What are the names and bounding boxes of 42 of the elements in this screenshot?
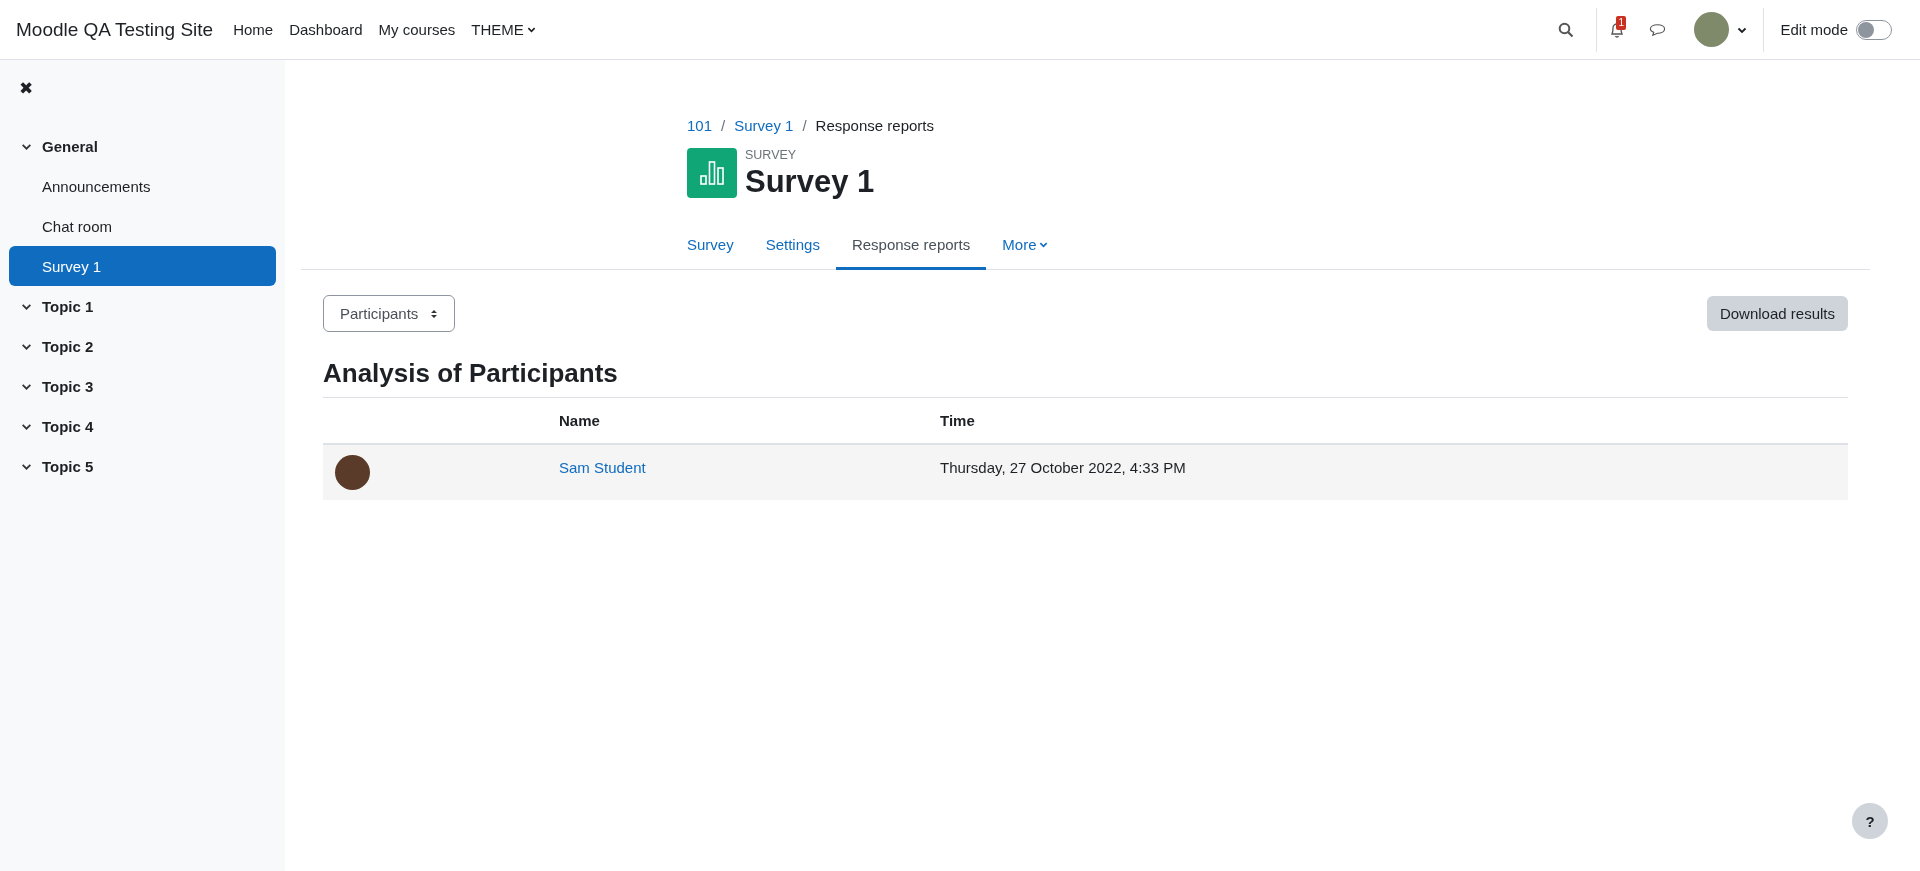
breadcrumb-item[interactable]: 101 bbox=[687, 117, 713, 134]
breadcrumb-separator: / bbox=[802, 117, 807, 134]
sort-arrows-icon bbox=[430, 307, 439, 320]
course-index-item[interactable]: Survey 1 bbox=[9, 246, 276, 286]
nav-link[interactable]: Home bbox=[233, 21, 274, 38]
site-name[interactable]: Moodle QA Testing Site bbox=[16, 18, 214, 41]
breadcrumb-separator: / bbox=[721, 117, 726, 134]
edit-mode-label: Edit mode bbox=[1780, 21, 1848, 38]
nav-link[interactable]: Dashboard bbox=[289, 21, 363, 38]
page-title: Survey 1 bbox=[745, 164, 875, 200]
nav-tab[interactable]: Response reports bbox=[835, 224, 987, 270]
search-icon[interactable] bbox=[1558, 21, 1575, 38]
column-header: Time bbox=[940, 412, 975, 429]
course-index-item[interactable]: Chat room bbox=[9, 206, 276, 246]
course-index-item[interactable]: Topic 3 bbox=[9, 366, 276, 406]
user-avatar bbox=[335, 455, 370, 490]
download-results-button[interactable]: Download results bbox=[1706, 296, 1848, 331]
help-button[interactable]: ? bbox=[1852, 803, 1888, 839]
module-type-label: SURVEY bbox=[745, 148, 798, 162]
user-name-link[interactable]: Sam Student bbox=[559, 459, 646, 476]
course-index-item[interactable]: Topic 4 bbox=[9, 406, 276, 446]
section-heading: Analysis of Participants bbox=[323, 358, 619, 389]
breadcrumb-item: Response reports bbox=[815, 117, 934, 134]
report-select[interactable]: Participants bbox=[323, 295, 456, 332]
close-drawer-button[interactable]: ✖ bbox=[19, 78, 33, 99]
course-index-item[interactable]: Topic 1 bbox=[9, 286, 276, 326]
course-index-item[interactable]: Topic 5 bbox=[9, 446, 276, 486]
nav-link[interactable]: THEME bbox=[471, 21, 536, 38]
course-index-item[interactable]: General bbox=[9, 126, 276, 166]
user-avatar[interactable] bbox=[1694, 12, 1730, 47]
column-header: Name bbox=[559, 412, 600, 429]
table-cell: Thursday, 27 October 2022, 4:33 PM bbox=[940, 459, 1186, 476]
nav-tab[interactable]: More bbox=[986, 224, 1065, 270]
course-index-item[interactable]: Topic 2 bbox=[9, 326, 276, 366]
bar-chart-icon bbox=[687, 148, 737, 198]
nav-link[interactable]: My courses bbox=[378, 21, 456, 38]
breadcrumb-item[interactable]: Survey 1 bbox=[734, 117, 794, 134]
notification-count: 1 bbox=[1616, 15, 1626, 30]
nav-tab[interactable]: Survey bbox=[671, 224, 750, 270]
course-index-item[interactable]: Announcements bbox=[9, 166, 276, 206]
chat-bubble-icon[interactable] bbox=[1649, 22, 1667, 37]
nav-tab[interactable]: Settings bbox=[749, 224, 836, 270]
